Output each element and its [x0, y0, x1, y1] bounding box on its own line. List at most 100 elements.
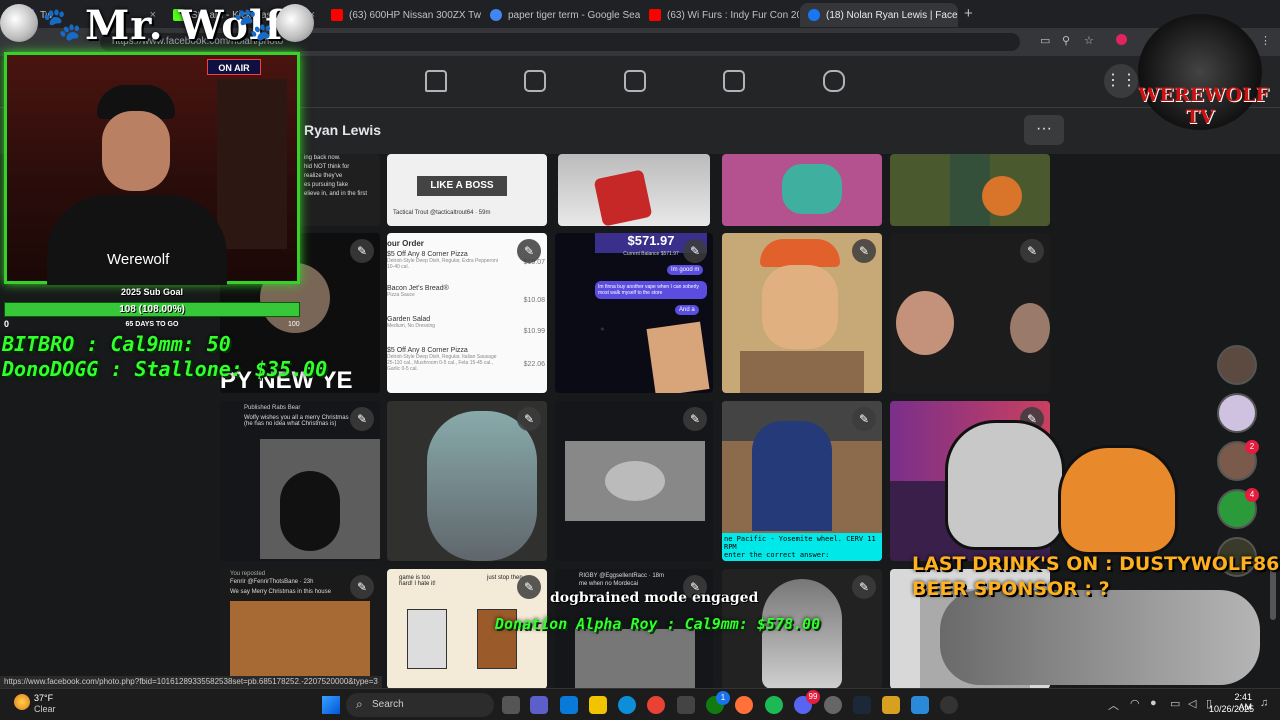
- edit-pencil-icon[interactable]: ✎: [852, 239, 876, 263]
- meme-caption: LIKE A BOSS: [417, 176, 507, 196]
- groups-icon[interactable]: [524, 70, 546, 92]
- home-icon[interactable]: [425, 70, 447, 92]
- cam-name: Werewolf: [107, 251, 170, 268]
- chrome-icon[interactable]: [647, 696, 665, 714]
- chat-badge: 2: [1245, 440, 1259, 454]
- edit-pencil-icon[interactable]: ✎: [1020, 239, 1044, 263]
- order-item: Bacon Jet's Bread® Pizza Sauce $10.08: [387, 285, 545, 304]
- tab-facebook[interactable]: (18) Nolan Ryan Lewis | Facebo×: [800, 3, 958, 27]
- app-icon[interactable]: [882, 696, 900, 714]
- task-view-icon[interactable]: [502, 696, 520, 714]
- donation-alert: Donation Alpha Roy : Cal9mm: $578.00: [495, 615, 821, 633]
- edit-pencil-icon[interactable]: ✎: [350, 407, 374, 431]
- chat-bubble: And a: [675, 305, 699, 315]
- clock-date[interactable]: 10/26/2025: [1206, 704, 1254, 714]
- contact-avatar[interactable]: [1217, 393, 1257, 433]
- menu-grid-icon[interactable]: ⋮⋮: [1104, 64, 1138, 98]
- store-icon[interactable]: [677, 696, 695, 714]
- firefox-icon[interactable]: [735, 696, 753, 714]
- app-icon[interactable]: [911, 696, 929, 714]
- chat-badge: 4: [1245, 488, 1259, 502]
- spotify-icon[interactable]: [765, 696, 783, 714]
- donor-line: DonoDOGG : Stallone: $35.00: [2, 357, 328, 381]
- photo-tile[interactable]: ing back now. hid NOT think for realize th…: [300, 154, 380, 226]
- marketplace-icon[interactable]: [723, 70, 745, 92]
- tab-youtube-furs[interactable]: (63) Wi Furs : Indy Fur Con 201×: [641, 3, 799, 27]
- on-air-sign: ON AIR: [207, 59, 261, 75]
- gaming-icon[interactable]: [823, 70, 845, 92]
- paw-icon: 🐾: [42, 6, 82, 42]
- teams-icon[interactable]: [530, 696, 548, 714]
- edit-pencil-icon[interactable]: ✎: [517, 407, 541, 431]
- raccoon-photo: [575, 629, 695, 688]
- zoom-icon[interactable]: ⚲: [1062, 34, 1070, 47]
- edit-pencil-icon[interactable]: ✎: [852, 575, 876, 599]
- photo-tile[interactable]: Published Rabs Bear Wolfy wishes you all…: [220, 401, 380, 561]
- bw-portrait: [762, 579, 842, 688]
- photo-tile[interactable]: $571.97 Current Balance $571.97 Im good …: [555, 233, 713, 393]
- menu-dots-icon[interactable]: ⋮: [1260, 34, 1271, 47]
- photo-tile[interactable]: [558, 154, 710, 226]
- contact-avatar[interactable]: [1217, 345, 1257, 385]
- new-tab-button[interactable]: +: [964, 5, 973, 22]
- photo-tile[interactable]: [890, 154, 1050, 226]
- youtube-icon: [649, 9, 661, 21]
- photo-tile[interactable]: ✎: [387, 401, 547, 561]
- officer: [752, 421, 832, 531]
- edit-pencil-icon[interactable]: ✎: [350, 239, 374, 263]
- paw-icon: 🐾: [233, 6, 273, 42]
- edit-pencil-icon[interactable]: ✎: [683, 407, 707, 431]
- photo-tile[interactable]: our Order $5 Off Any 8 Corner Pizza Detro…: [387, 233, 547, 393]
- tab-google-search[interactable]: paper tiger term - Google Sear×: [482, 3, 640, 27]
- edit-pencil-icon[interactable]: ✎: [350, 575, 374, 599]
- photo-tile[interactable]: ✎: [555, 401, 713, 561]
- cast-icon[interactable]: ▭: [1040, 34, 1050, 47]
- chat-bubble: Im good m: [667, 265, 704, 275]
- order-title: our Order: [387, 239, 424, 248]
- kitchen-photo: [230, 601, 370, 688]
- file-explorer-icon[interactable]: [589, 696, 607, 714]
- edit-pencil-icon[interactable]: ✎: [517, 239, 541, 263]
- order-item: Garden Salad Medium, No Dressing $10.99: [387, 316, 545, 335]
- edit-pencil-icon[interactable]: ✎: [517, 575, 541, 599]
- photo-tile[interactable]: ✎: [890, 233, 1050, 393]
- weather-temp: 37°F: [34, 693, 54, 703]
- weather-icon[interactable]: [14, 694, 30, 710]
- volume-icon[interactable]: ◁: [1188, 697, 1196, 710]
- photo-tile[interactable]: LIKE A BOSS Tactical Trout @tacticaltrou…: [387, 154, 547, 226]
- edit-pencil-icon[interactable]: ✎: [683, 239, 707, 263]
- media-player-icon[interactable]: [940, 696, 958, 714]
- cartoon-phone: [782, 164, 842, 214]
- discord-badge: 99: [806, 690, 820, 704]
- extension-icon[interactable]: [1116, 34, 1127, 45]
- steam-icon[interactable]: [853, 696, 871, 714]
- photo-tile[interactable]: ✎: [722, 233, 882, 393]
- copilot-icon[interactable]: [560, 696, 578, 714]
- mic-icon[interactable]: ●: [1150, 697, 1157, 709]
- profile-name[interactable]: Ryan Lewis: [304, 122, 381, 138]
- notification-bell-icon[interactable]: ♫: [1260, 697, 1268, 709]
- more-options-button[interactable]: ···: [1024, 115, 1064, 145]
- photo-tile[interactable]: You reposted Fenrir @FenrirThotsBane · 2…: [220, 569, 380, 688]
- link-status-bar: https://www.facebook.com/photo.php?fbid=…: [0, 676, 382, 688]
- taskbar-search[interactable]: ⌕ Search: [346, 693, 494, 717]
- comic-wolf: [407, 609, 447, 669]
- wifi-icon[interactable]: ◠: [1130, 697, 1140, 710]
- weather-desc: Clear: [34, 704, 56, 714]
- edge-icon[interactable]: [618, 696, 636, 714]
- tray-chevron-icon[interactable]: ︿: [1108, 697, 1119, 713]
- last-drink-text: LAST DRINK'S ON : DUSTYWOLF86: [912, 553, 1280, 575]
- photo-tile[interactable]: [722, 154, 882, 226]
- tab-youtube-nissan[interactable]: (63) 600HP Nissan 300ZX Twin×: [323, 3, 481, 27]
- order-list: $5 Off Any 8 Corner Pizza Detroit-Style D…: [387, 251, 547, 387]
- google-icon: [490, 9, 502, 21]
- edit-pencil-icon[interactable]: ✎: [852, 407, 876, 431]
- video-icon[interactable]: [624, 70, 646, 92]
- cartoon-cap: [760, 239, 840, 267]
- star-icon[interactable]: ☆: [1084, 34, 1094, 47]
- obs-icon[interactable]: [824, 696, 842, 714]
- network-icon[interactable]: ▭: [1170, 697, 1180, 710]
- webcam-feed: ON AIR Werewolf: [4, 52, 300, 285]
- windows-start-icon[interactable]: [322, 696, 340, 714]
- photo-tile[interactable]: ne Pacific - Yosemite wheel. CERV 11 RPM…: [722, 401, 882, 561]
